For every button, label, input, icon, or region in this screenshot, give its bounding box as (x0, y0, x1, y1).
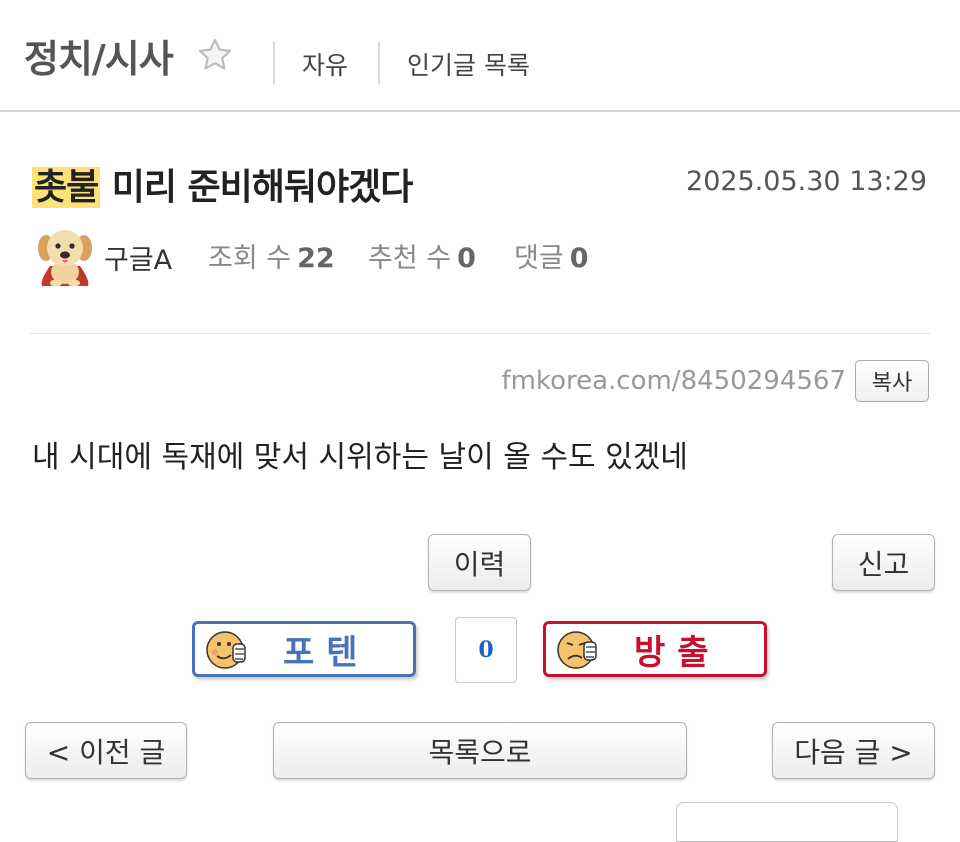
post-title-highlight: 촛불 (32, 167, 101, 208)
author-name[interactable]: 구글A (104, 238, 172, 277)
view-count-label: 조회 수 (208, 243, 292, 274)
recommend-count-value: 0 (457, 243, 476, 274)
star-icon[interactable] (196, 36, 234, 74)
prev-post-button[interactable]: < 이전 글 (25, 722, 187, 779)
post-body: 내 시대에 독재에 맞서 시위하는 날이 올 수도 있겠네 (32, 440, 688, 475)
upvote-label: 포텐 (283, 632, 370, 673)
comment-count: 댓글 0 (514, 236, 588, 275)
thumbs-down-face-icon (557, 631, 597, 669)
divider (273, 42, 275, 84)
history-button[interactable]: 이력 (428, 534, 531, 591)
recommend-count: 추천 수0 (368, 236, 476, 275)
partial-button[interactable] (676, 802, 898, 842)
divider (30, 333, 930, 334)
post-date: 2025.05.30 13:29 (686, 166, 927, 197)
comment-count-value: 0 (569, 243, 589, 274)
downvote-label: 방출 (634, 632, 721, 673)
post-url[interactable]: fmkorea.com/8450294567 (501, 366, 846, 396)
report-button[interactable]: 신고 (832, 534, 935, 591)
downvote-button[interactable]: 방출 (543, 621, 767, 677)
vote-count: 0 (455, 617, 517, 683)
recommend-count-label: 추천 수 (368, 243, 452, 274)
thumbs-up-face-icon (206, 631, 246, 669)
link-free-board[interactable]: 자유 (302, 46, 348, 82)
next-post-button[interactable]: 다음 글 > (772, 722, 935, 779)
post-title-text: 미리 준비해둬야겠다 (100, 167, 414, 208)
avatar[interactable] (36, 226, 94, 288)
view-count: 조회 수 22 (208, 236, 335, 275)
divider (378, 42, 380, 84)
comment-count-label: 댓글 (514, 243, 564, 274)
board-title[interactable]: 정치/시사 (24, 28, 174, 83)
back-to-list-button[interactable]: 목록으로 (273, 722, 687, 779)
copy-url-button[interactable]: 복사 (855, 360, 929, 402)
view-count-value: 22 (297, 243, 335, 274)
upvote-button[interactable]: 포텐 (192, 621, 416, 677)
post-title: 촛불 미리 준비해둬야겠다 (32, 158, 414, 210)
link-popular-list[interactable]: 인기글 목록 (407, 46, 530, 82)
board-header: 정치/시사 자유 인기글 목록 (0, 0, 960, 112)
